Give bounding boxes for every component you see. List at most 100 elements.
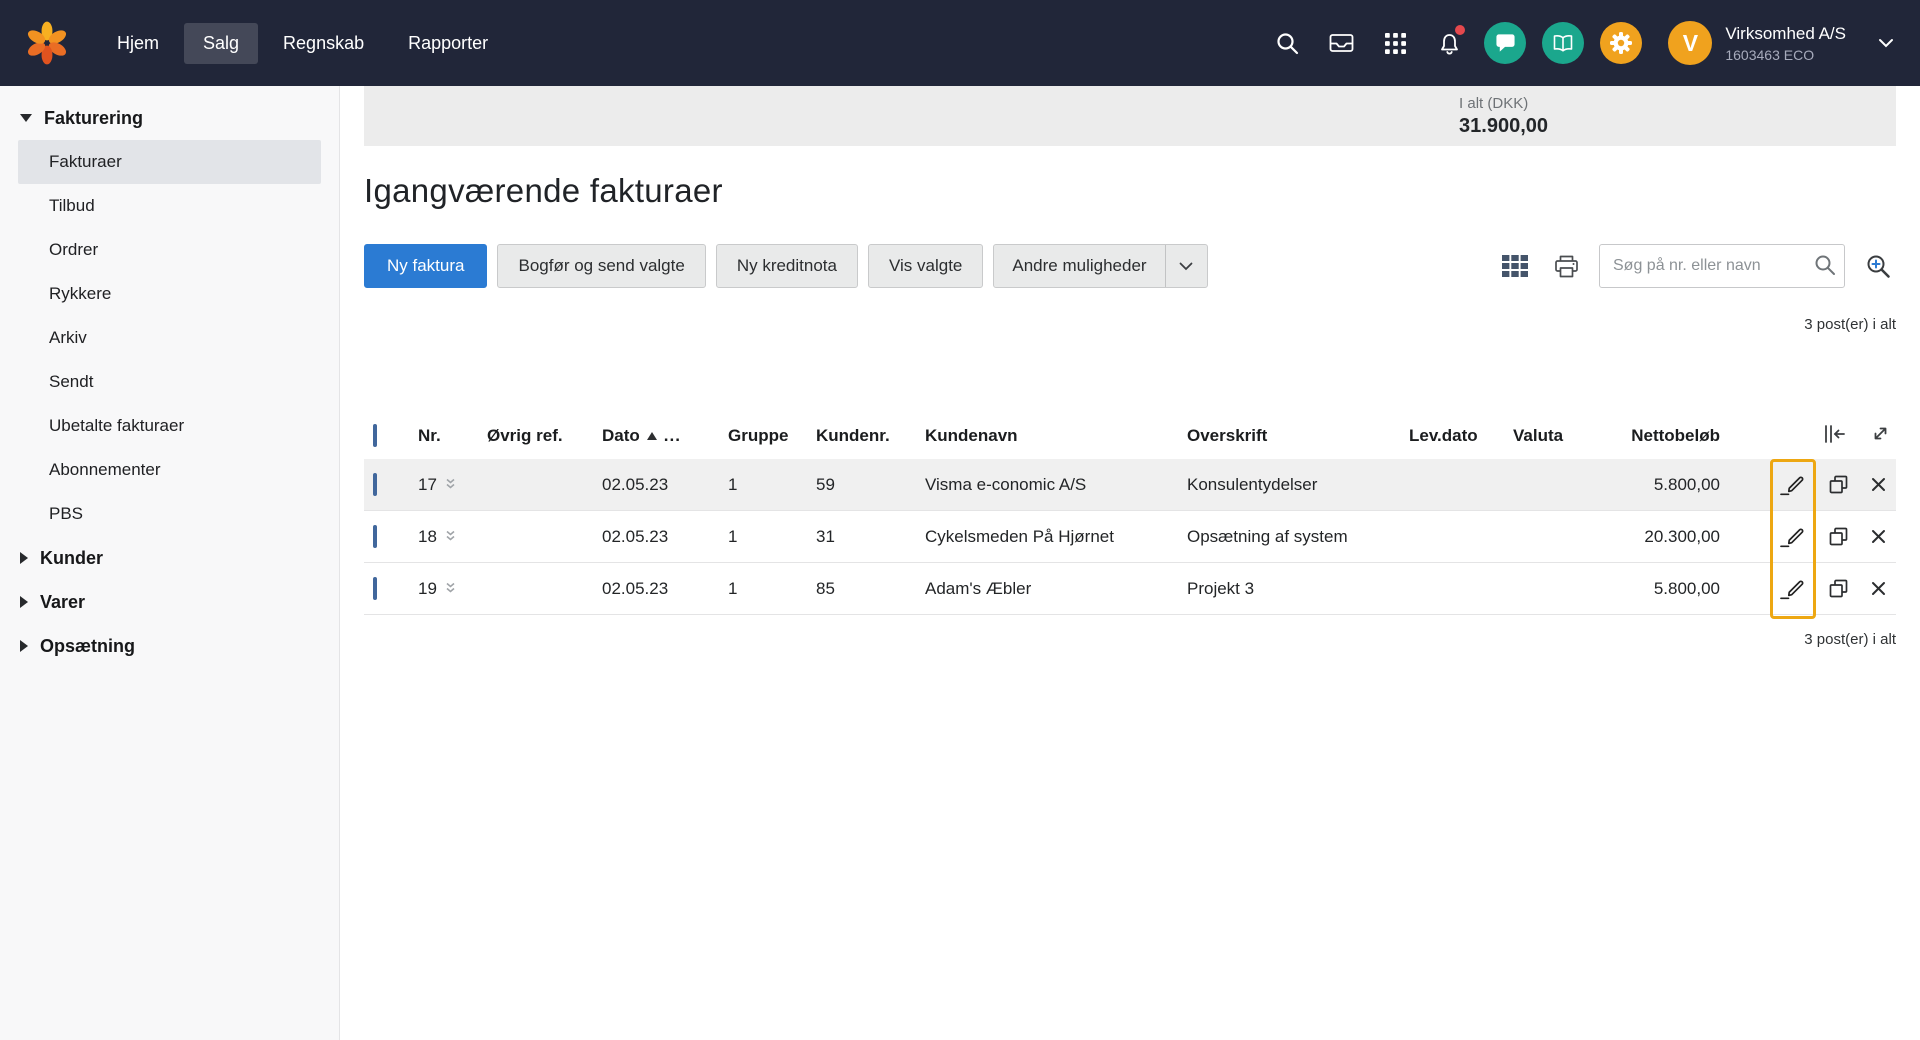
row-expand-chevrons-icon[interactable] <box>445 527 456 547</box>
invoice-number: 17 <box>418 474 437 494</box>
row-expand-chevrons-icon[interactable] <box>445 475 456 495</box>
copy-icon[interactable] <box>1829 527 1848 546</box>
nav-hjem[interactable]: Hjem <box>98 23 178 64</box>
table-header-row: Nr. Øvrig ref. Dato ... Gruppe Kundenr. … <box>364 413 1896 459</box>
sidebar-item-sendt[interactable]: Sendt <box>0 360 339 404</box>
sidebar-item-pbs[interactable]: PBS <box>0 492 339 536</box>
main-nav: Hjem Salg Regnskab Rapporter <box>98 22 507 64</box>
section-label: Kunder <box>40 547 103 568</box>
sidebar-item-tilbud[interactable]: Tilbud <box>0 184 339 228</box>
nav-salg[interactable]: Salg <box>184 22 259 64</box>
sidebar-item-ordrer[interactable]: Ordrer <box>0 228 339 272</box>
new-invoice-button[interactable]: Ny faktura <box>364 244 488 288</box>
visma-logo-icon[interactable] <box>22 18 72 68</box>
copy-icon[interactable] <box>1829 475 1848 494</box>
column-menu-icon[interactable]: ... <box>664 426 681 446</box>
show-selected-button[interactable]: Vis valgte <box>867 244 984 288</box>
sidebar-item-ubetalte-fakturaer[interactable]: Ubetalte fakturaer <box>0 404 339 448</box>
col-ovrig-ref[interactable]: Øvrig ref. <box>487 426 602 446</box>
search-icon[interactable] <box>1268 24 1306 62</box>
record-count-top: 3 post(er) i alt <box>1804 316 1896 333</box>
apps-grid-icon[interactable] <box>1376 24 1414 62</box>
nettobelob-value: 5.800,00 <box>1653 474 1720 494</box>
table-row[interactable]: 17 02.05.23 1 59 Visma e-conomic A/S Kon… <box>364 459 1896 511</box>
totals-bar: I alt (DKK) 31.900,00 <box>364 86 1896 146</box>
row-checkbox[interactable] <box>373 524 377 548</box>
section-label: Opsætning <box>40 635 135 656</box>
more-options-chevron-down-icon[interactable] <box>1164 245 1207 287</box>
select-all-checkbox[interactable] <box>373 424 377 447</box>
sidebar-item-abonnementer[interactable]: Abonnementer <box>0 448 339 492</box>
sidebar-section-kunder[interactable]: Kunder <box>0 536 339 580</box>
edit-pencil-icon[interactable] <box>1779 577 1806 600</box>
delete-x-icon[interactable] <box>1871 581 1886 596</box>
copy-icon[interactable] <box>1829 579 1848 598</box>
nav-rapporter[interactable]: Rapporter <box>389 23 507 64</box>
nav-regnskab[interactable]: Regnskab <box>264 23 383 64</box>
overskrift-value: Projekt 3 <box>1187 578 1255 598</box>
sidebar-item-fakturaer[interactable]: Fakturaer <box>18 140 321 184</box>
account-chevron-down-icon[interactable] <box>1878 38 1894 48</box>
row-expand-chevrons-icon[interactable] <box>445 579 456 599</box>
company-id: 1603463 ECO <box>1725 46 1815 63</box>
row-checkbox[interactable] <box>373 576 377 600</box>
overskrift-value: Opsætning af system <box>1187 526 1348 546</box>
help-book-icon[interactable] <box>1542 22 1585 64</box>
chevron-right-icon <box>20 640 28 652</box>
search-input[interactable] <box>1599 244 1845 288</box>
table-search <box>1599 244 1845 288</box>
col-gruppe[interactable]: Gruppe <box>728 426 816 446</box>
kundenr-value: 59 <box>816 474 835 494</box>
collapse-columns-icon[interactable] <box>1823 424 1845 448</box>
edit-pencil-icon[interactable] <box>1779 525 1806 548</box>
kundenavn-value: Adam's Æbler <box>925 578 1032 598</box>
col-nettobelob[interactable]: Nettobeløb <box>1600 426 1720 446</box>
kundenavn-value: Cykelsmeden På Hjørnet <box>925 526 1114 546</box>
sidebar-section-opsaetning[interactable]: Opsætning <box>0 624 339 668</box>
chat-icon[interactable] <box>1484 22 1527 64</box>
grid-view-icon[interactable] <box>1497 248 1533 284</box>
col-overskrift[interactable]: Overskrift <box>1187 426 1409 446</box>
col-dato[interactable]: Dato ... <box>602 426 728 446</box>
delete-x-icon[interactable] <box>1871 477 1886 492</box>
settings-gear-icon[interactable] <box>1600 22 1643 64</box>
inbox-icon[interactable] <box>1322 24 1360 62</box>
row-checkbox[interactable] <box>373 472 377 496</box>
main-content: I alt (DKK) 31.900,00 Igangværende faktu… <box>340 86 1920 648</box>
sidebar-section-varer[interactable]: Varer <box>0 580 339 624</box>
notification-dot <box>1455 25 1466 35</box>
overskrift-value: Konsulentydelser <box>1187 474 1318 494</box>
col-valuta[interactable]: Valuta <box>1513 426 1600 446</box>
invoices-table: Nr. Øvrig ref. Dato ... Gruppe Kundenr. … <box>364 413 1896 619</box>
more-options-button[interactable]: Andre muligheder <box>993 244 1208 288</box>
toolbar-right <box>1497 244 1896 288</box>
dato-value: 02.05.23 <box>602 578 669 598</box>
col-nr[interactable]: Nr. <box>418 426 487 446</box>
topbar: Hjem Salg Regnskab Rapporter V Virksomhe… <box>0 0 1920 86</box>
nettobelob-value: 5.800,00 <box>1653 578 1720 598</box>
col-kundenavn[interactable]: Kundenavn <box>925 426 1187 446</box>
sidebar: Fakturering Fakturaer Tilbud Ordrer Rykk… <box>0 86 340 1040</box>
col-kundenr[interactable]: Kundenr. <box>816 426 925 446</box>
print-icon[interactable] <box>1548 248 1584 284</box>
gruppe-value: 1 <box>728 578 738 598</box>
expand-table-icon[interactable] <box>1871 424 1890 448</box>
search-submit-icon[interactable] <box>1814 254 1836 281</box>
kundenavn-value: Visma e-conomic A/S <box>925 474 1087 494</box>
sidebar-item-arkiv[interactable]: Arkiv <box>0 316 339 360</box>
sort-ascending-icon <box>646 432 657 440</box>
advanced-search-icon[interactable] <box>1860 248 1896 284</box>
account-menu[interactable]: V Virksomhed A/S 1603463 ECO <box>1668 21 1846 65</box>
table-row[interactable]: 19 02.05.23 1 85 Adam's Æbler Projekt 3 … <box>364 563 1896 615</box>
sidebar-item-rykkere[interactable]: Rykkere <box>0 272 339 316</box>
sidebar-section-fakturering[interactable]: Fakturering <box>0 96 339 140</box>
col-lev-dato[interactable]: Lev.dato <box>1409 426 1513 446</box>
notifications-bell-icon[interactable] <box>1430 24 1468 62</box>
table-row[interactable]: 18 02.05.23 1 31 Cykelsmeden På Hjørnet … <box>364 511 1896 563</box>
edit-pencil-icon[interactable] <box>1779 473 1806 496</box>
post-and-send-button[interactable]: Bogfør og send valgte <box>497 244 706 288</box>
account-text: Virksomhed A/S 1603463 ECO <box>1725 24 1846 63</box>
delete-x-icon[interactable] <box>1871 529 1886 544</box>
toolbar: Ny faktura Bogfør og send valgte Ny kred… <box>364 244 1896 288</box>
new-credit-note-button[interactable]: Ny kreditnota <box>715 244 858 288</box>
